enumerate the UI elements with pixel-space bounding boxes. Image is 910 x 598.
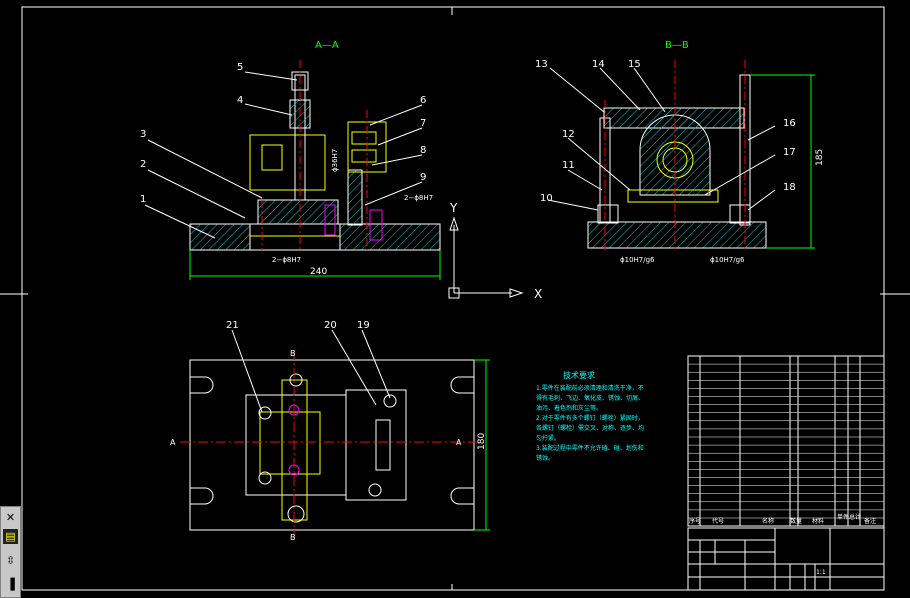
section-a-title: A—A	[315, 40, 339, 51]
callout-18: 18	[783, 182, 796, 193]
dim-plan-height: 180	[477, 433, 487, 450]
callout-13: 13	[535, 59, 548, 70]
cad-toolbox: ✕ ▤ ⇳ ▐	[0, 506, 21, 598]
section-mark-a-right: A	[456, 438, 462, 447]
callout-5: 5	[237, 62, 243, 73]
callout-2: 2	[140, 159, 146, 170]
callout-10: 10	[540, 193, 553, 204]
bom-header-cell: 备注	[864, 517, 876, 525]
tech-req-line: 3.装配过程中零件不允许磕、碰、划伤和	[536, 444, 644, 452]
bom-header-cell: 序号	[689, 517, 701, 525]
title-block: 1:1	[687, 527, 885, 591]
callout-12: 12	[562, 129, 575, 140]
technical-requirements: 技术要求 1.零件在装配前必须清理和清洗干净，不 得有毛刺、飞边、氧化皮、锈蚀、…	[536, 370, 644, 462]
callout-6: 6	[420, 95, 426, 106]
section-mark-b-bottom: B	[290, 533, 296, 542]
ucs-icon: Y X	[448, 201, 542, 301]
section-mark-a-left: A	[170, 438, 176, 447]
section-b-view: B—B 185 ϕ10H7/g6 ϕ10H7/g6 10 11 12 13 14…	[535, 40, 825, 264]
cad-drawing-canvas[interactable]: A—A 240 2−ϕ8H7 2−ϕ8H7 ϕ36H7 1 2 3 4 5 6 …	[0, 0, 910, 598]
tech-req-line: 得有毛刺、飞边、氧化皮、锈蚀、切屑、	[536, 394, 644, 402]
bom-header-cell: 总计	[849, 513, 861, 521]
tech-req-line: 匀拧紧。	[536, 434, 560, 442]
section-a-view: A—A 240 2−ϕ8H7 2−ϕ8H7 ϕ36H7 1 2 3 4 5 6 …	[140, 40, 441, 280]
dim-holes-left: 2−ϕ8H7	[272, 256, 301, 264]
callout-17: 17	[783, 147, 796, 158]
section-mark-b-top: B	[290, 349, 296, 358]
bom-header-cell: 数量	[790, 517, 802, 525]
move-icon[interactable]: ⇳	[3, 553, 18, 568]
callout-9: 9	[420, 172, 426, 183]
dim-holes-mid: 2−ϕ8H7	[404, 194, 433, 202]
plan-view: A A B B 180 21 20 19	[170, 320, 490, 542]
axis-y-label: Y	[449, 201, 458, 215]
tech-req-line: 油污、着色剂和灰尘等。	[536, 404, 602, 412]
bom-header-cell: 名称	[762, 517, 774, 525]
bom-header-cell: 代号	[712, 517, 724, 525]
callout-19: 19	[357, 320, 370, 331]
dim-height-right: 185	[815, 149, 825, 166]
dim-phi-b-left: ϕ10H7/g6	[620, 256, 655, 264]
callout-15: 15	[628, 59, 641, 70]
dim-width: 240	[310, 267, 327, 277]
bill-of-materials	[687, 355, 885, 527]
dim-phi-vertical: ϕ36H7	[331, 149, 339, 172]
title-block-scale: 1:1	[816, 569, 826, 576]
dim-phi-b-right: ϕ10H7/g6	[710, 256, 745, 264]
callout-4: 4	[237, 95, 243, 106]
callout-20: 20	[324, 320, 337, 331]
tech-req-line: 各螺钉（螺栓）需交叉、对称、逐步、均	[536, 424, 644, 432]
callout-16: 16	[783, 118, 796, 129]
callout-21: 21	[226, 320, 239, 331]
tech-req-line: 锈蚀。	[536, 454, 554, 462]
callout-8: 8	[420, 145, 426, 156]
tech-req-line: 1.零件在装配前必须清理和清洗干净，不	[536, 384, 644, 392]
section-b-title: B—B	[665, 40, 689, 51]
tech-req-title: 技术要求	[563, 370, 595, 380]
callout-7: 7	[420, 118, 426, 129]
bom-header-cell: 单件	[837, 513, 849, 521]
grip-icon[interactable]: ▐	[3, 577, 18, 592]
bom-header-cell: 材料	[812, 517, 824, 525]
cross-icon[interactable]: ✕	[3, 510, 18, 525]
axis-x-label: X	[534, 287, 542, 301]
layer-icon[interactable]: ▤	[3, 529, 18, 544]
callout-1: 1	[140, 194, 146, 205]
callout-14: 14	[592, 59, 605, 70]
tech-req-line: 2.对于零件有多个螺钉（螺栓）紧固时，	[536, 414, 644, 422]
callout-11: 11	[562, 160, 575, 171]
callout-3: 3	[140, 129, 146, 140]
